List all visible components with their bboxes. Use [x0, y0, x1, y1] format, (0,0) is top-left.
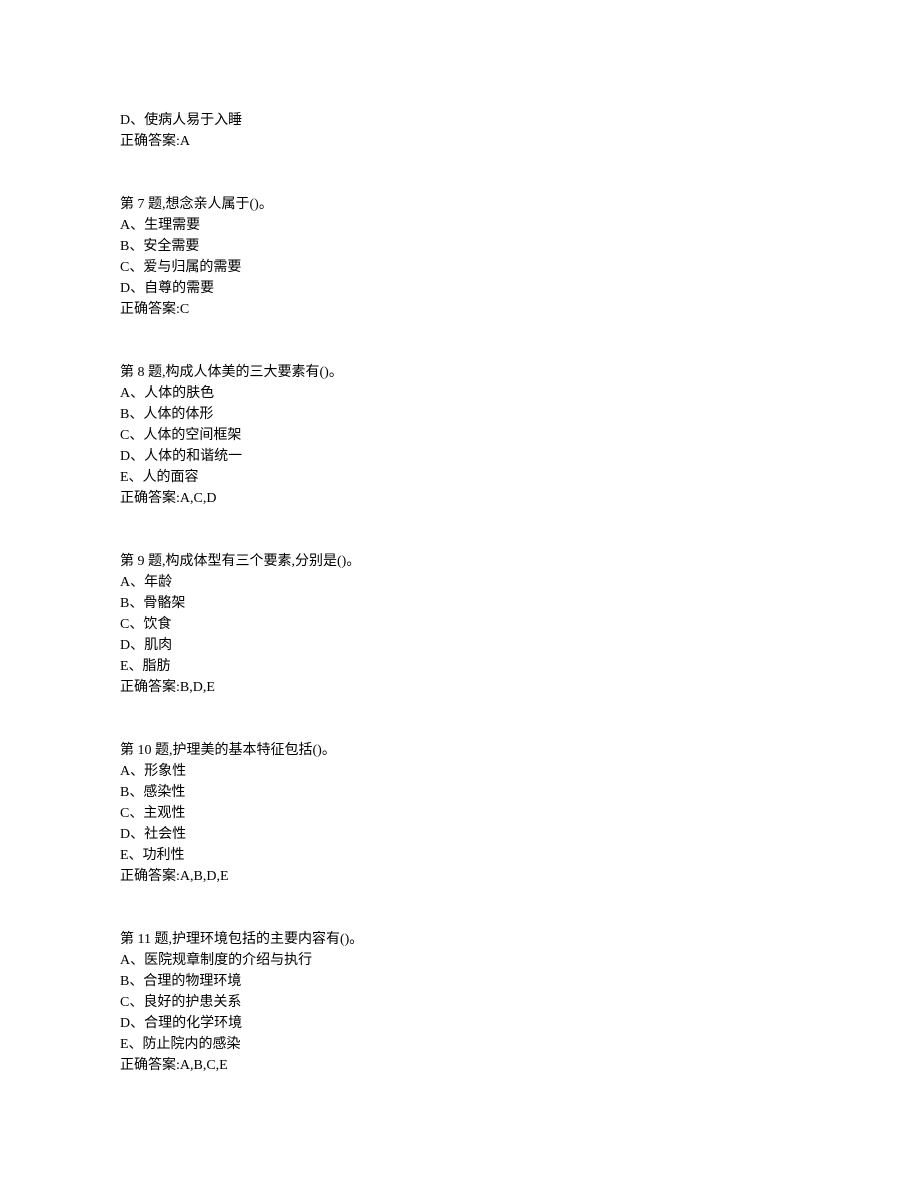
question-title: 第 10 题,护理美的基本特征包括()。 — [120, 740, 800, 761]
question-11: 第 11 题,护理环境包括的主要内容有()。 A、医院规章制度的介绍与执行 B、… — [120, 929, 800, 1076]
option-text: B、人体的体形 — [120, 404, 800, 425]
question-title: 第 7 题,想念亲人属于()。 — [120, 194, 800, 215]
option-text: D、社会性 — [120, 824, 800, 845]
option-text: E、功利性 — [120, 845, 800, 866]
option-text: D、合理的化学环境 — [120, 1013, 800, 1034]
question-8: 第 8 题,构成人体美的三大要素有()。 A、人体的肤色 B、人体的体形 C、人… — [120, 362, 800, 509]
option-text: B、感染性 — [120, 782, 800, 803]
option-text: C、主观性 — [120, 803, 800, 824]
question-title: 第 8 题,构成人体美的三大要素有()。 — [120, 362, 800, 383]
option-text: E、人的面容 — [120, 467, 800, 488]
option-text: C、饮食 — [120, 614, 800, 635]
option-text: D、肌肉 — [120, 635, 800, 656]
option-text: B、合理的物理环境 — [120, 971, 800, 992]
option-text: C、爱与归属的需要 — [120, 257, 800, 278]
answer-text: 正确答案:A,B,D,E — [120, 866, 800, 887]
question-10: 第 10 题,护理美的基本特征包括()。 A、形象性 B、感染性 C、主观性 D… — [120, 740, 800, 887]
option-text: E、防止院内的感染 — [120, 1034, 800, 1055]
option-text: B、安全需要 — [120, 236, 800, 257]
question-7: 第 7 题,想念亲人属于()。 A、生理需要 B、安全需要 C、爱与归属的需要 … — [120, 194, 800, 320]
option-text: D、自尊的需要 — [120, 278, 800, 299]
question-title: 第 11 题,护理环境包括的主要内容有()。 — [120, 929, 800, 950]
question-title: 第 9 题,构成体型有三个要素,分别是()。 — [120, 551, 800, 572]
option-text: D、人体的和谐统一 — [120, 446, 800, 467]
question-fragment: D、使病人易于入睡 正确答案:A — [120, 110, 800, 152]
option-text: A、年龄 — [120, 572, 800, 593]
answer-text: 正确答案:A,C,D — [120, 488, 800, 509]
option-text: B、骨骼架 — [120, 593, 800, 614]
option-text: A、形象性 — [120, 761, 800, 782]
option-text: A、医院规章制度的介绍与执行 — [120, 950, 800, 971]
option-text: A、人体的肤色 — [120, 383, 800, 404]
answer-text: 正确答案:A,B,C,E — [120, 1055, 800, 1076]
option-text: D、使病人易于入睡 — [120, 110, 800, 131]
answer-text: 正确答案:A — [120, 131, 800, 152]
question-9: 第 9 题,构成体型有三个要素,分别是()。 A、年龄 B、骨骼架 C、饮食 D… — [120, 551, 800, 698]
option-text: C、人体的空间框架 — [120, 425, 800, 446]
answer-text: 正确答案:B,D,E — [120, 677, 800, 698]
option-text: A、生理需要 — [120, 215, 800, 236]
option-text: E、脂肪 — [120, 656, 800, 677]
option-text: C、良好的护患关系 — [120, 992, 800, 1013]
answer-text: 正确答案:C — [120, 299, 800, 320]
